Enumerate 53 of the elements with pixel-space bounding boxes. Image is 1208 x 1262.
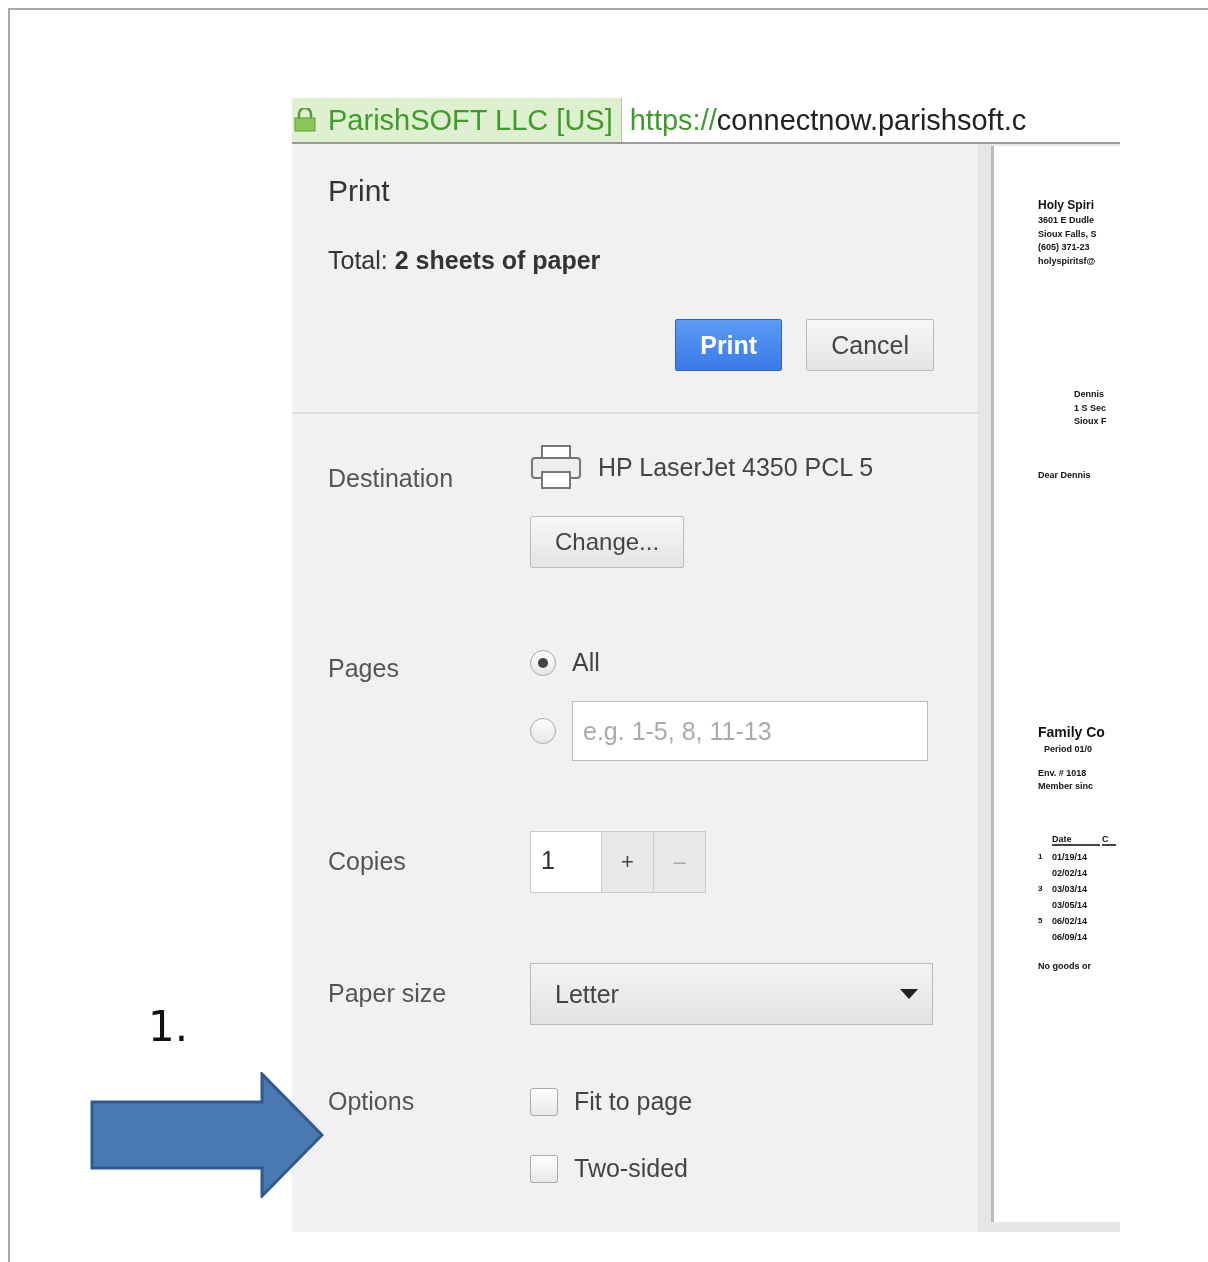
setting-label: Options (328, 1087, 416, 1116)
arrow-icon (90, 1072, 324, 1198)
preview-text: 01/19/14 (1052, 851, 1089, 862)
cancel-button[interactable]: Cancel (806, 319, 934, 371)
preview-text: 02/02/14 (1052, 867, 1089, 878)
change-button[interactable]: Change... (530, 516, 685, 568)
dialog-title: Print (328, 174, 391, 208)
copies-field[interactable]: 1 + – (530, 831, 706, 893)
setting-label: Paper size (328, 978, 448, 1008)
checkbox-label: Fit to page (574, 1087, 693, 1116)
preview-text: (605) 371-23 (1038, 241, 1091, 254)
preview-text: Sioux F (1074, 415, 1108, 428)
preview-text: No goods or (1038, 959, 1092, 973)
page-range-field[interactable]: e.g. 1-5, 8, 11-13 (572, 701, 928, 761)
total-summary: Total: 2 sheets of paper (328, 246, 602, 275)
preview-text: Member sinc (1038, 780, 1095, 793)
preview-text: 3601 E Dudle (1038, 214, 1096, 227)
url[interactable]: https://connectnow.parishsoft.c (621, 105, 1027, 135)
checkbox[interactable] (530, 1154, 558, 1183)
preview-text: holyspiritsf@ (1038, 254, 1097, 268)
preview-text: 06/02/14 (1052, 915, 1089, 926)
preview-text: 1 S Sec (1074, 401, 1108, 415)
preview-text: 3 (1038, 883, 1044, 894)
setting-label: Destination (328, 463, 455, 493)
caret-icon (900, 989, 918, 999)
increment-button[interactable]: + (601, 832, 653, 892)
preview-text: 03/03/14 (1052, 883, 1089, 894)
preview-text: Env. # 1018 (1038, 766, 1088, 780)
checkbox[interactable] (530, 1087, 558, 1116)
preview-text: Date (1052, 833, 1100, 846)
preview-text: 1 (1038, 851, 1044, 862)
preview-text: Dear Dennis (1038, 468, 1092, 482)
checkbox-label: Two-sided (574, 1154, 688, 1183)
radio-button[interactable] (530, 649, 556, 676)
radio-label: All (572, 648, 600, 677)
setting-label: Copies (328, 846, 407, 876)
preview-text: Period 01/0 (1044, 743, 1094, 756)
step-number: 1. (148, 1002, 189, 1051)
radio-button[interactable] (530, 718, 556, 744)
preview-text: Family Co (1038, 723, 1106, 742)
paper-size-dropdown[interactable]: Letter (530, 963, 933, 1025)
preview-text: Dennis (1074, 388, 1105, 401)
printer-name: HP LaserJet 4350 PCL 5 (598, 452, 874, 482)
printer-icon (530, 444, 582, 490)
lock-icon (294, 108, 316, 132)
site-identity: ParishSOFT LLC [US] (328, 105, 613, 135)
preview-text: Sioux Falls, S (1038, 227, 1098, 241)
preview-text: 5 (1038, 915, 1044, 926)
preview-text: Holy Spiri (1038, 197, 1095, 214)
preview-text: C (1102, 833, 1116, 846)
preview-text: 03/05/14 (1052, 899, 1089, 910)
preview-text: 06/09/14 (1052, 931, 1089, 942)
setting-label: Pages (328, 653, 400, 683)
